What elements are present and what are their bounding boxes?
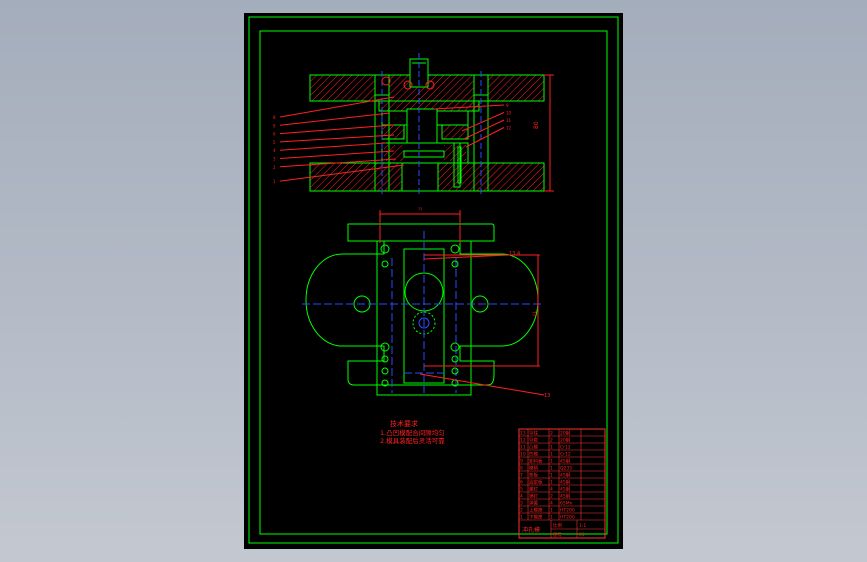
parts-table-cell: 1 (550, 508, 553, 514)
title-block-cell: 1:1 (579, 523, 586, 529)
part-label-right: 11 (506, 118, 512, 123)
parts-table-cell: Cr12 (560, 445, 571, 451)
drawing-sheet[interactable]: 80 89654321 9 10 11 12 ?? ?? 13.4 13 技术要… (244, 13, 623, 549)
screw-hole (381, 367, 389, 375)
parts-table-cell: 3 (520, 501, 523, 507)
plan-view: ?? ?? 13.4 13 (302, 207, 550, 399)
parts-table-cell: HT200 (560, 515, 575, 521)
drawing-svg: 80 89654321 9101112 ?? ?? 13.4 13 技术要求 1… (248, 16, 619, 544)
parts-table-cell: 2 (550, 438, 553, 444)
parts-table-cell: 下模座 (529, 514, 543, 521)
parts-table-cell: 9 (520, 459, 523, 465)
parts-table-cell: 销钉 (529, 493, 538, 500)
tech-req-title: 技术要求 (390, 419, 418, 428)
parts-table-cell: 垫板 (529, 472, 538, 479)
parts-table-cell: 弹簧 (529, 500, 538, 507)
parts-table-cell: 2 (550, 494, 553, 500)
parts-table-cell: 2 (520, 508, 523, 514)
parts-table-cell: 45钢 (560, 479, 571, 486)
title-block-cell: 01 (579, 532, 585, 538)
note-label: 13.4 (509, 251, 520, 257)
part-label-left: 4 (273, 148, 276, 153)
part-label-right: 10 (506, 111, 512, 116)
parts-table-cell: 45钢 (560, 493, 571, 500)
parts-table-cell: HT200 (560, 508, 575, 514)
parts-table-cell: 7 (520, 473, 523, 479)
parts-table-cell: 4 (550, 501, 553, 507)
parts-table-cell: 20钢 (560, 430, 571, 437)
parts-table-cell: 5 (520, 487, 523, 493)
tech-req-line-1: 1.凸凹模配合间隙均匀 (380, 428, 445, 437)
screw-hole (381, 355, 389, 363)
side-dimension: ?? (530, 311, 536, 317)
parts-table-cell: 4 (520, 494, 523, 500)
parts-table-cell: 45钢 (560, 486, 571, 493)
part-label-left: 5 (273, 140, 276, 145)
screw-hole (451, 355, 459, 363)
parts-table: 13 导柱 2 20钢12 导套 2 20钢11 凸模 1 Cr1210 凹模 1 Cr129 卸料板 1 4… (518, 428, 606, 539)
technical-requirements: 技术要求 1.凸凹模配合间隙均匀 2.模具装配后灵活可靠 (380, 419, 445, 445)
part-label-left: 2 (273, 165, 276, 170)
parts-table-cell: 45钢 (560, 458, 571, 465)
screw-hole (451, 367, 459, 375)
cad-viewer-canvas[interactable]: 80 89654321 9 10 11 12 ?? ?? 13.4 13 技术要… (0, 0, 867, 562)
parts-table-cell: 卸料板 (529, 458, 543, 465)
screw-hole (380, 342, 390, 352)
parts-table-cell: 1 (550, 515, 553, 521)
parts-table-cell: 6 (520, 480, 523, 486)
title-block-cell: 比例 (553, 522, 562, 529)
screw-hole (380, 244, 390, 254)
parts-table-cell: 1 (550, 445, 553, 451)
parts-table-cell: 10 (520, 452, 526, 458)
title-block-cell: 冲孔模 (522, 526, 540, 534)
screw-hole (451, 260, 459, 268)
bottom-callout: 13 (544, 393, 550, 399)
part-label-left: 6 (273, 132, 276, 137)
parts-table-cell: 模柄 (529, 465, 538, 472)
screw-holes (380, 244, 460, 387)
height-dimension: 80 (533, 121, 540, 129)
screw-hole (381, 260, 389, 268)
parts-table-cell: 1 (550, 473, 553, 479)
title-block-cell: 图号 (553, 532, 562, 538)
part-label-right: 12 (506, 126, 512, 131)
parts-table-cell: 1 (550, 480, 553, 486)
parts-table-cell: Q235 (560, 466, 572, 472)
tech-req-line-2: 2.模具装配后灵活可靠 (380, 436, 445, 445)
part-label-left: 1 (273, 179, 276, 184)
parts-table-cell: 导柱 (529, 430, 538, 437)
parts-table-cell: 2 (550, 431, 553, 437)
parts-table-cell: 1 (550, 459, 553, 465)
parts-table-cell: 螺钉 (529, 486, 538, 493)
part-label-left: 3 (273, 157, 276, 162)
parts-table-cell: 4 (550, 487, 553, 493)
parts-table-cell: 8 (520, 466, 523, 472)
screw-hole (450, 342, 460, 352)
part-label-left: 9 (273, 123, 276, 128)
parts-table-cell: 13 (520, 431, 526, 437)
parts-table-cell: 12 (520, 438, 526, 444)
part-label-left: 8 (273, 115, 276, 120)
parts-table-cell: 11 (520, 445, 526, 451)
parts-table-cell: 1 (520, 515, 523, 521)
parts-table-cell: 65Mn (560, 501, 573, 507)
parts-table-cell: 45钢 (560, 472, 571, 479)
part-label-right: 9 (506, 103, 509, 108)
parts-table-cell: 1 (550, 466, 553, 472)
screw-hole (450, 244, 460, 254)
parts-table-cell: 凹模 (529, 451, 538, 458)
section-view: 80 (309, 53, 554, 195)
top-dimension: ?? (418, 207, 422, 212)
parts-table-cell: 凸模 (529, 444, 538, 451)
parts-table-cell: 20钢 (560, 437, 571, 444)
parts-table-cell: Cr12 (560, 452, 571, 458)
parts-table-cell: 上模座 (529, 507, 543, 514)
parts-table-cell: 固定板 (529, 479, 543, 486)
parts-table-cell: 导套 (529, 437, 538, 444)
parts-table-cell: 1 (550, 452, 553, 458)
